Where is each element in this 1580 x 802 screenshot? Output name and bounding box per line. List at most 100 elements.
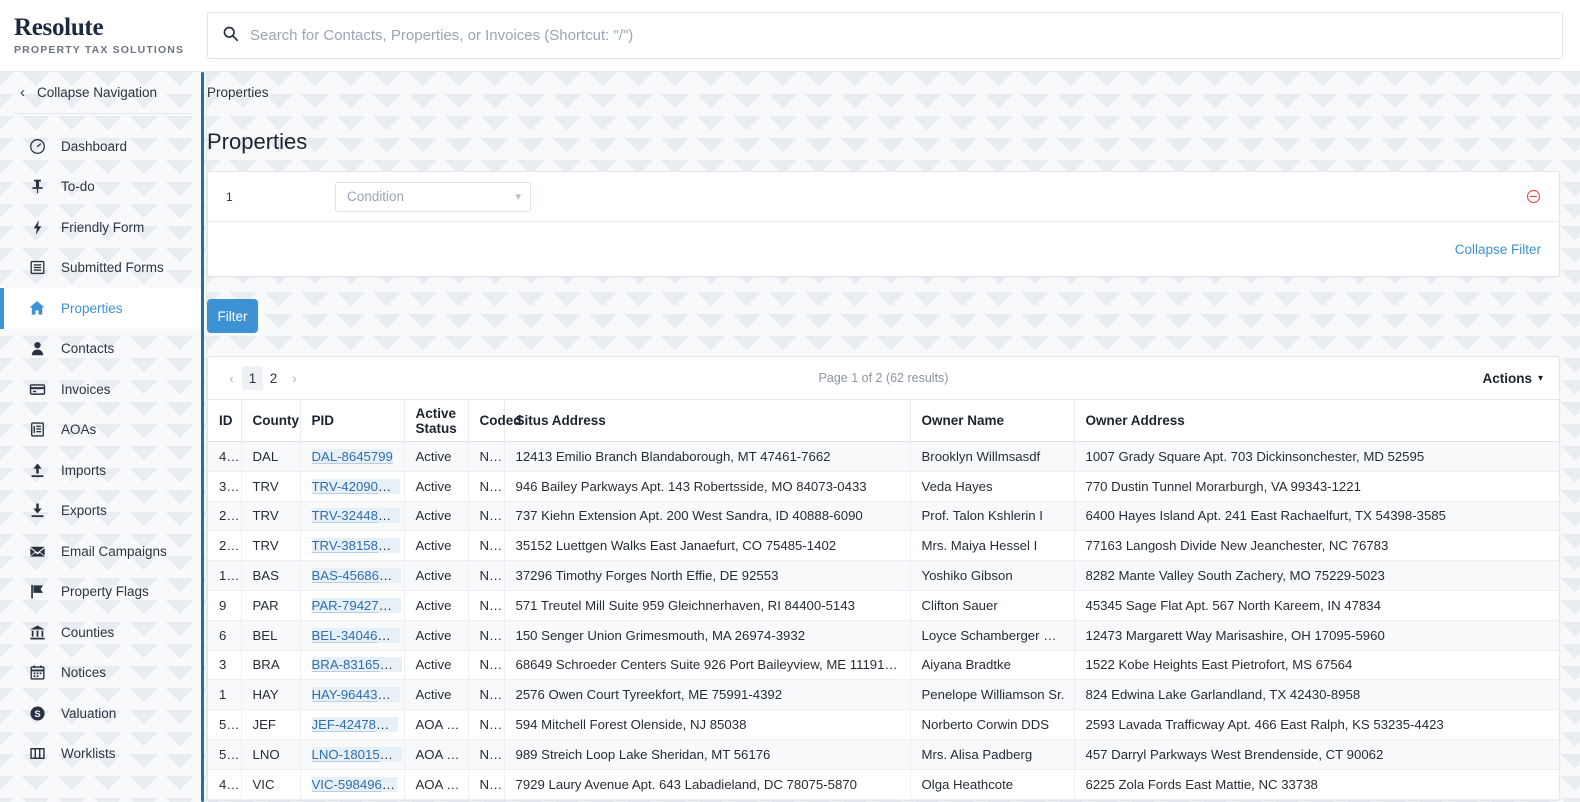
sidebar-item-exports[interactable]: Exports [0, 491, 206, 532]
sidebar-item-to-do[interactable]: To-do [0, 167, 206, 208]
chevron-left-icon: ‹ [20, 84, 25, 101]
cell-county: LNO [241, 739, 301, 770]
home-icon [28, 299, 46, 317]
remove-condition-button[interactable] [1526, 189, 1541, 204]
sidebar-item-email-campaigns[interactable]: Email Campaigns [0, 531, 206, 572]
cell-county: DAL [241, 441, 301, 472]
sidebar-item-submitted-forms[interactable]: Submitted Forms [0, 248, 206, 289]
search-input[interactable] [250, 13, 1562, 58]
flag-icon [28, 583, 46, 601]
credit-card-icon [28, 380, 46, 398]
calendar-icon [28, 664, 46, 682]
cell-coded: No [468, 620, 505, 651]
cell-id: 6 [208, 620, 242, 651]
cell-id: 42 [208, 769, 242, 800]
table-row: 6 BEL BEL-34046591 Active No 150 Senger Union… [208, 620, 1559, 651]
sidebar-scrollbar[interactable] [201, 72, 204, 802]
pid-link[interactable]: DAL-8645799 [311, 448, 393, 464]
chevron-down-icon: ▾ [1537, 372, 1543, 384]
cell-coded: No [468, 679, 505, 711]
cell-situs: 989 Streich Loop Lake Sheridan, MT 56176 [504, 739, 911, 770]
cell-pid: LNO-18015344 [300, 739, 405, 770]
cell-pid: TRV-38158306 [300, 530, 405, 562]
cell-pid: BEL-34046591 [300, 620, 405, 651]
cell-situs: 7929 Laury Avenue Apt. 643 Labadieland, … [504, 769, 911, 800]
sidebar-item-contacts[interactable]: Contacts [0, 329, 206, 370]
table-row: 36 TRV TRV-42090085 Active No 946 Bailey Park… [208, 471, 1559, 502]
sidebar-item-label: AOAs [61, 422, 97, 438]
cell-status: AOA Drafted [404, 709, 469, 740]
cell-pid: TRV-42090085 [300, 471, 405, 502]
cell-situs: 37296 Timothy Forges North Effie, DE 925… [504, 560, 911, 591]
pid-link[interactable]: BEL-34046591 [311, 627, 400, 643]
cell-owner-address: 1007 Grady Square Apt. 703 Dickinsonches… [1074, 441, 1559, 472]
chevron-down-icon: ▾ [515, 191, 521, 203]
filter-button[interactable]: Filter [207, 299, 258, 333]
pid-link[interactable]: BAS-45686610 [311, 568, 401, 584]
cell-coded: No [468, 650, 505, 681]
condition-index: 1 [226, 189, 233, 204]
sidebar-item-property-flags[interactable]: Property Flags [0, 572, 206, 613]
pagination-next[interactable]: › [284, 366, 305, 390]
cell-id: 1 [208, 679, 242, 711]
cell-coded: No [468, 441, 505, 472]
sidebar-item-counties[interactable]: Counties [0, 612, 206, 653]
cell-status: AOA Drafted [404, 739, 469, 770]
column-header-situs-address[interactable]: Situs Address [504, 399, 911, 442]
column-header-owner-address[interactable]: Owner Address [1074, 399, 1559, 442]
sidebar-item-valuation[interactable]: S Valuation [0, 693, 206, 734]
cell-owner-address: 457 Darryl Parkways West Brendenside, CT… [1074, 739, 1559, 770]
sidebar-item-label: Valuation [61, 705, 117, 721]
pid-link[interactable]: LNO-18015344 [311, 746, 402, 762]
cell-situs: 594 Mitchell Forest Olenside, NJ 85038 [504, 709, 911, 740]
document-icon [28, 421, 46, 439]
collapse-filter-link[interactable]: Collapse Filter [1455, 242, 1541, 257]
sidebar-item-worklists[interactable]: Worklists [0, 734, 206, 775]
pagination-page-2[interactable]: 2 [263, 366, 284, 390]
page-title: Properties [207, 129, 308, 154]
sidebar-item-properties[interactable]: Properties [0, 288, 206, 329]
table-header-row: ID County PID Active Status Coded Situs Addre… [208, 399, 1559, 442]
collapse-navigation-button[interactable]: ‹ Collapse Navigation [0, 72, 206, 113]
sidebar-item-imports[interactable]: Imports [0, 450, 206, 491]
sidebar-item-notices[interactable]: Notices [0, 653, 206, 694]
gauge-icon [28, 137, 46, 155]
sidebar-item-friendly-form[interactable]: Friendly Form [0, 207, 206, 248]
cell-situs: 150 Senger Union Grimesmouth, MA 26974-3… [504, 620, 911, 651]
cell-status: Active [404, 590, 469, 621]
sidebar-item-invoices[interactable]: Invoices [0, 369, 206, 410]
cell-owner: Mrs. Alisa Padberg [910, 739, 1075, 770]
sidebar-item-label: Invoices [61, 381, 111, 397]
column-header-pid[interactable]: PID [300, 399, 405, 442]
pagination-prev[interactable]: ‹ [221, 366, 242, 390]
pid-link[interactable]: TRV-32448381 [311, 508, 400, 524]
global-search[interactable] [207, 12, 1563, 59]
sidebar-item-dashboard[interactable]: Dashboard [0, 126, 206, 167]
pagination-page-1[interactable]: 1 [242, 366, 263, 390]
condition-select[interactable]: Condition ▾ [335, 181, 531, 212]
column-header-id[interactable]: ID [208, 399, 242, 442]
pid-link[interactable]: JEF-42478277 [311, 717, 399, 733]
column-header-coded[interactable]: Coded [468, 399, 522, 442]
sidebar-item-label: Worklists [61, 746, 116, 762]
column-header-owner-name[interactable]: Owner Name [910, 399, 1075, 442]
sidebar-item-label: Submitted Forms [61, 260, 164, 276]
brand-logo[interactable]: Resolute PROPERTY TAX SOLUTIONS [0, 0, 207, 72]
sidebar-item-label: Email Campaigns [61, 543, 167, 559]
column-header-active-status[interactable]: Active Status [404, 399, 469, 442]
sidebar-item-label: Exports [61, 503, 107, 519]
cell-id: 3 [208, 650, 242, 681]
pid-link[interactable]: HAY-96443517 [311, 687, 400, 703]
pid-link[interactable]: VIC-59849683 [311, 776, 397, 792]
pid-link[interactable]: PAR-79427407 [311, 597, 401, 613]
pid-link[interactable]: BRA-83165407 [311, 657, 402, 673]
column-header-county[interactable]: County [241, 399, 301, 442]
pid-link[interactable]: TRV-38158306 [311, 538, 400, 554]
pid-link[interactable]: TRV-42090085 [311, 478, 400, 494]
cell-situs: 35152 Luettgen Walks East Janaefurt, CO … [504, 530, 911, 562]
cell-owner: Loyce Schamberger DDS [910, 620, 1075, 651]
sidebar-item-aoas[interactable]: AOAs [0, 410, 206, 451]
actions-dropdown[interactable]: Actions ▾ [1482, 371, 1543, 386]
cell-owner: Mrs. Maiya Hessel I [910, 530, 1075, 562]
cell-pid: DAL-8645799 [300, 441, 405, 472]
